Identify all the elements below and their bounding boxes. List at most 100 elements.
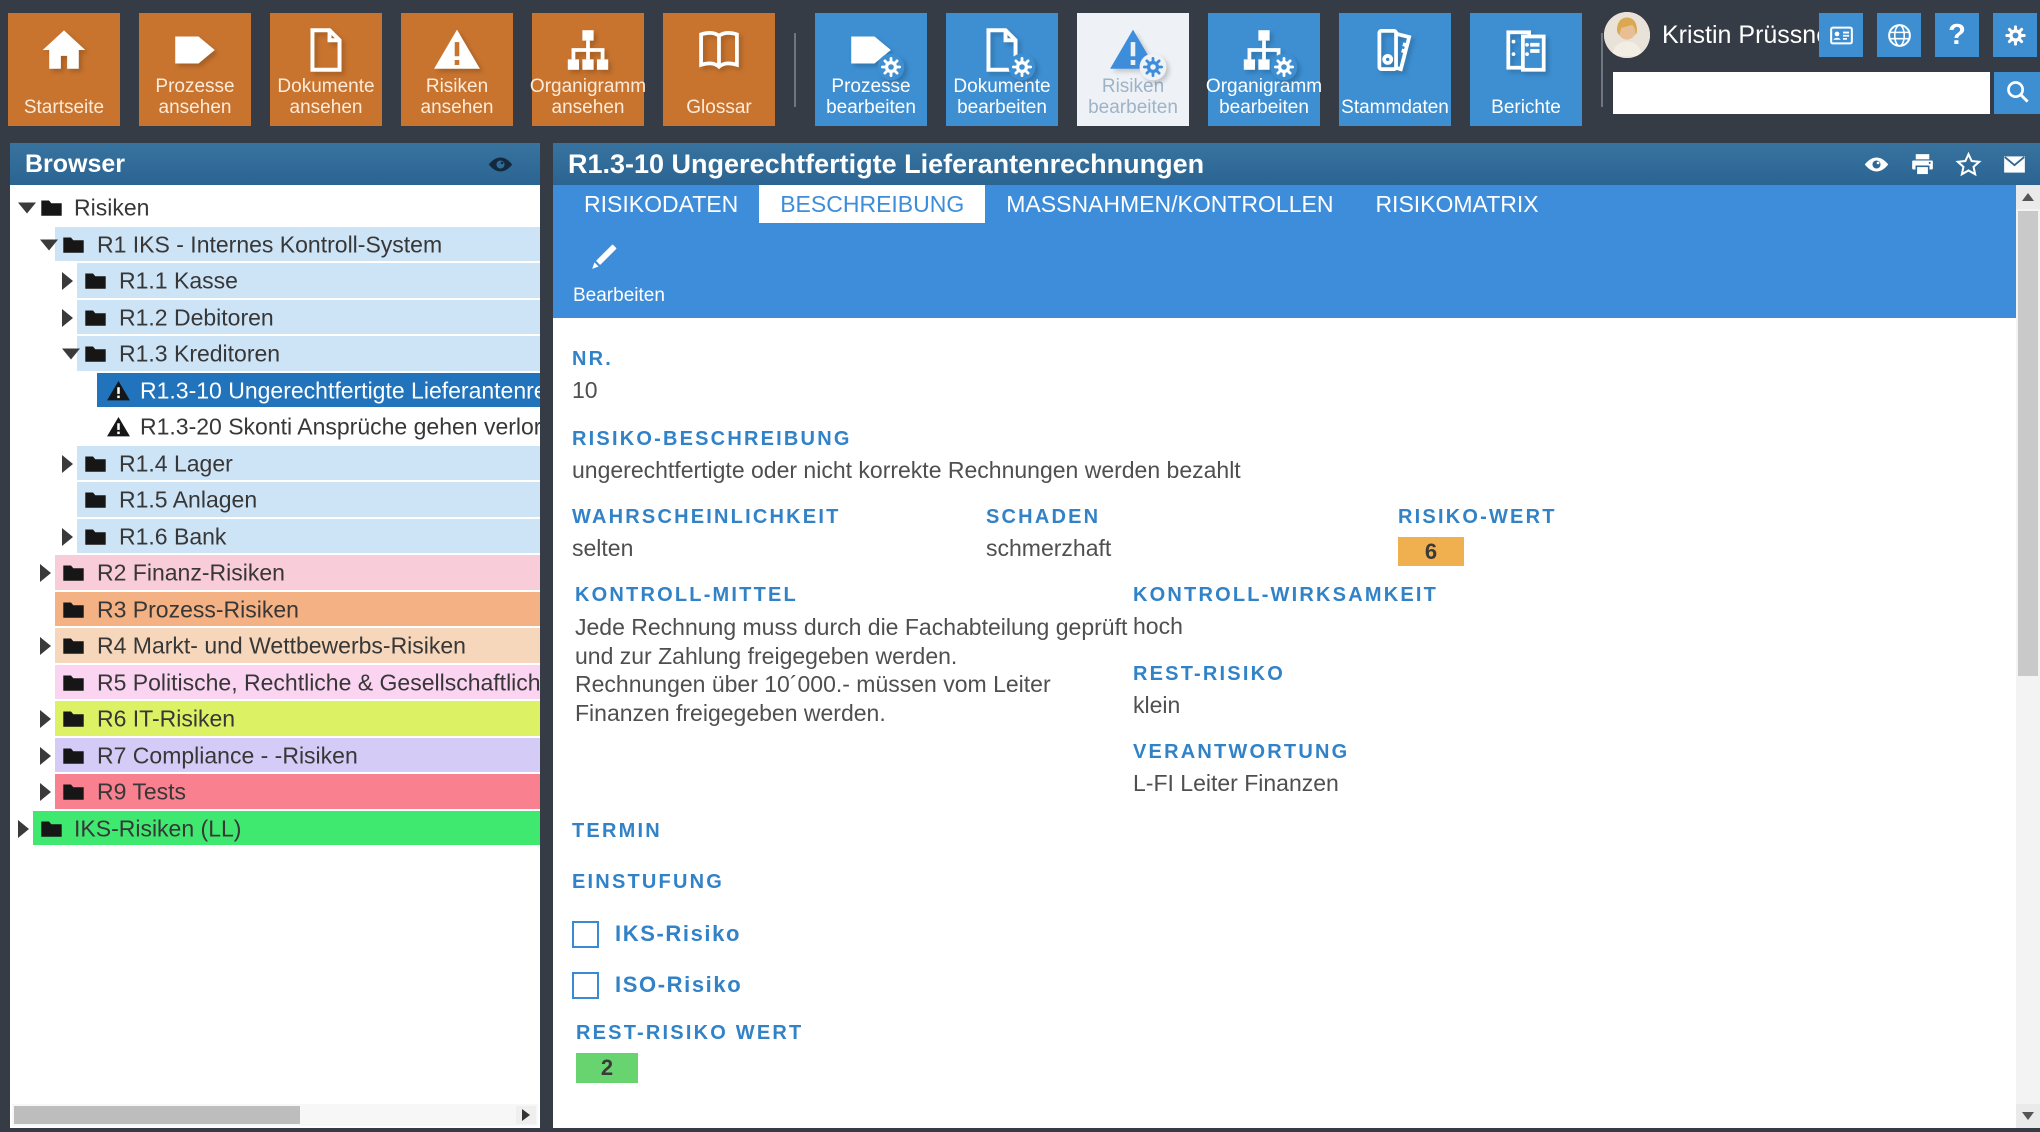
tree-item-r1-1-kasse[interactable]: R1.1 Kasse	[10, 263, 540, 300]
folder-icon	[82, 488, 109, 513]
checkbox-row-iks-risiko[interactable]: IKS-Risiko	[572, 914, 742, 954]
checkbox-row-iso-risiko[interactable]: ISO-Risiko	[572, 965, 742, 1005]
folder-icon	[60, 670, 87, 695]
tree-item-risiken[interactable]: Risiken	[10, 190, 540, 227]
tree-item-label: R1.3-10 Ungerechtfertigte Lieferantenrec…	[140, 377, 540, 404]
tree-item-label: R7 Compliance - -Risiken	[97, 742, 358, 769]
id-card-icon	[1828, 22, 1855, 49]
search-input[interactable]	[1613, 72, 1990, 114]
button-glossar[interactable]: Glossar	[663, 13, 775, 126]
warning-triangle-icon	[105, 415, 132, 440]
expand-arrow-icon[interactable]	[40, 710, 51, 729]
iso-risiko-checkbox[interactable]	[572, 971, 599, 999]
tree-item-r9-tests[interactable]: R9 Tests	[10, 774, 540, 811]
app-root: Startseite Prozesse ansehen Dokumente anse…	[0, 0, 2040, 1132]
scrollbar-thumb[interactable]	[2018, 211, 2038, 676]
button-risiken-bearbeiten[interactable]: Risiken bearbeiten	[1077, 13, 1189, 126]
beschreibung-tab-content: NR. 10 RISIKO-BESCHREIBUNG ungerechtfert…	[553, 318, 2016, 1128]
field-einstufung-label: EINSTUFUNG	[572, 871, 724, 893]
tab-massnahmen-kontrollen[interactable]: MASSNAHMEN/KONTROLLEN	[985, 185, 1354, 223]
panel-eye-icon[interactable]	[487, 151, 514, 178]
expand-arrow-icon[interactable]	[62, 454, 73, 473]
bearbeiten-button[interactable]: Bearbeiten	[565, 225, 677, 315]
tree-item-r1-4-lager[interactable]: R1.4 Lager	[10, 445, 540, 483]
expand-arrow-icon[interactable]	[40, 564, 51, 583]
tree-item-iks-risiken-ll[interactable]: IKS-Risiken (LL)	[10, 810, 540, 848]
expand-arrow-icon[interactable]	[40, 783, 51, 802]
collapse-arrow-icon[interactable]	[40, 239, 58, 251]
main-vertical-scrollbar[interactable]	[2016, 185, 2040, 1128]
tree-item-r3-prozess-risiken[interactable]: R3 Prozess-Risiken	[10, 591, 540, 629]
expand-arrow-icon[interactable]	[18, 819, 29, 838]
tree-item-r5-politische-rechtliche-gesellschaftliche-risiken[interactable]: R5 Politische, Rechtliche & Gesellschaft…	[10, 664, 540, 702]
button-dokumente-bearbeiten[interactable]: Dokumente bearbeiten	[946, 13, 1058, 126]
button-organigramm-ansehen[interactable]: Organigramm ansehen	[529, 13, 647, 126]
scrollbar-up-arrow[interactable]	[2016, 185, 2040, 209]
help-button[interactable]: ?	[1935, 13, 1979, 57]
button-berichte[interactable]: Berichte	[1470, 13, 1582, 126]
mail-icon[interactable]	[2001, 151, 2028, 178]
button-organigramm-bearbeiten[interactable]: Organigramm bearbeiten	[1206, 13, 1322, 126]
tree-item-label: R6 IT-Risiken	[97, 705, 236, 732]
tree-item-label: R2 Finanz-Risiken	[97, 559, 285, 586]
bearbeiten-button-label: Bearbeiten	[573, 285, 665, 306]
button-stammdaten[interactable]: Stammdaten	[1339, 13, 1451, 126]
tree-item-r6-it-risiken[interactable]: R6 IT-Risiken	[10, 701, 540, 738]
button-startseite[interactable]: Startseite	[8, 13, 120, 126]
scrollbar-down-arrow[interactable]	[2016, 1104, 2040, 1128]
tree-item-r1-6-bank[interactable]: R1.6 Bank	[10, 518, 540, 556]
risk-warning-icon	[432, 25, 482, 75]
expand-arrow-icon[interactable]	[40, 746, 51, 765]
button-prozesse-ansehen[interactable]: Prozesse ansehen	[139, 13, 251, 126]
folder-icon	[60, 707, 87, 732]
id-card-button[interactable]	[1819, 13, 1863, 57]
tree-item-r2-finanz-risiken[interactable]: R2 Finanz-Risiken	[10, 555, 540, 592]
scrollbar-thumb[interactable]	[14, 1106, 300, 1124]
search-button[interactable]	[1994, 72, 2040, 114]
tree-item-r1-3-20-skonti-anspr-che-gehen-verloren[interactable]: R1.3-20 Skonti Ansprüche gehen verloren	[10, 409, 540, 446]
field-schaden: SCHADEN schmerzhaft	[986, 506, 1111, 562]
settings-button[interactable]	[1993, 13, 2037, 57]
globe-button[interactable]	[1877, 13, 1921, 57]
tree-item-r1-3-10-ungerechtfertigte-lieferantenrechnungen[interactable]: R1.3-10 Ungerechtfertigte Lieferantenrec…	[10, 372, 540, 410]
tree-item-r1-iks-internes-kontroll-system[interactable]: R1 IKS - Internes Kontroll-System	[10, 226, 540, 264]
field-wahrscheinlichkeit-label: WAHRSCHEINLICHKEIT	[572, 506, 841, 528]
expand-arrow-icon[interactable]	[40, 637, 51, 656]
field-verantwortung-value: L-FI Leiter Finanzen	[1133, 770, 1339, 796]
field-risiko-wert: RISIKO-WERT 6	[1398, 506, 1557, 566]
expand-arrow-icon[interactable]	[62, 527, 73, 546]
field-rest-risiko-wert-label: REST-RISIKO WERT	[576, 1022, 804, 1044]
avatar[interactable]	[1604, 12, 1650, 58]
tree-item-r1-5-anlagen[interactable]: R1.5 Anlagen	[10, 482, 540, 519]
icon-area	[274, 23, 378, 76]
expand-arrow-icon[interactable]	[62, 308, 73, 327]
einstufung-checkboxes: IKS-Risiko ISO-Risiko	[572, 914, 742, 1016]
scrollbar-right-arrow[interactable]	[516, 1106, 536, 1124]
tree-item-r1-2-debitoren[interactable]: R1.2 Debitoren	[10, 299, 540, 337]
tab-beschreibung[interactable]: BESCHREIBUNG	[759, 185, 986, 223]
tree-item-label: R1.1 Kasse	[119, 267, 238, 294]
tree-item-r7-compliance-risiken[interactable]: R7 Compliance - -Risiken	[10, 737, 540, 775]
glossary-book-icon	[694, 25, 744, 75]
button-dokumente-ansehen[interactable]: Dokumente ansehen	[270, 13, 382, 126]
tree-item-r1-3-kreditoren[interactable]: R1.3 Kreditoren	[10, 336, 540, 373]
button-risiken-ansehen[interactable]: Risiken ansehen	[401, 13, 513, 126]
button-label: Prozesse bearbeiten	[826, 76, 916, 118]
tab-risikomatrix[interactable]: RISIKOMATRIX	[1354, 185, 1559, 223]
titlebar-icons	[1863, 143, 2028, 185]
icon-area	[667, 23, 771, 76]
tree-item-r4-markt-und-wettbewerbs-risiken[interactable]: R4 Markt- und Wettbewerbs-Risiken	[10, 628, 540, 665]
tab-risikodaten[interactable]: RISIKODATEN	[563, 185, 759, 223]
expand-arrow-icon[interactable]	[62, 272, 73, 291]
iks-risiko-checkbox[interactable]	[572, 920, 599, 948]
button-prozesse-bearbeiten[interactable]: Prozesse bearbeiten	[815, 13, 927, 126]
process-tag-icon	[170, 25, 220, 75]
collapse-arrow-icon[interactable]	[62, 348, 80, 360]
collapse-arrow-icon[interactable]	[18, 202, 36, 214]
printer-icon[interactable]	[1909, 151, 1936, 178]
help-icon: ?	[1948, 18, 1966, 51]
eye-icon[interactable]	[1863, 151, 1890, 178]
sidebar-horizontal-scrollbar[interactable]	[12, 1104, 538, 1126]
star-icon[interactable]	[1955, 151, 1982, 178]
button-label: Organigramm ansehen	[529, 76, 647, 118]
